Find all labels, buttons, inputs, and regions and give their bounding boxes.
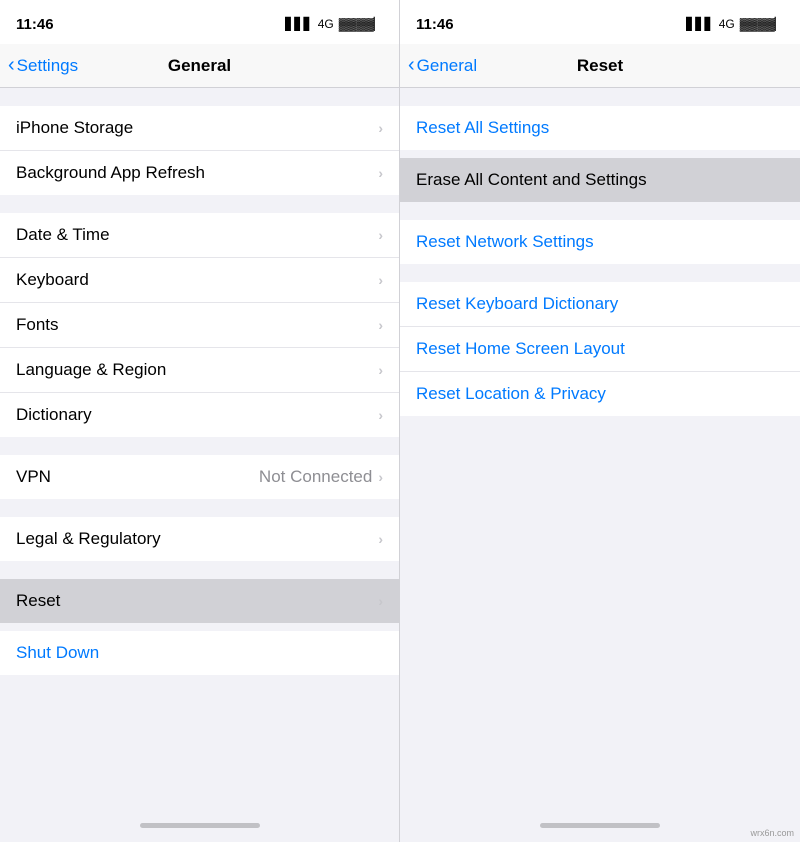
status-bar-left: 11:46 ▋▋▋ 4G ▓▓▓▓▏ — [0, 0, 399, 44]
time-left: 11:46 — [16, 16, 54, 33]
chevron-keyboard: › — [378, 272, 383, 288]
chevron-language: › — [378, 362, 383, 378]
spacer-1 — [0, 88, 399, 106]
status-bar-right: 11:46 ▋▋▋ 4G ▓▓▓▓▏ — [400, 0, 800, 44]
battery-icon-left: ▓▓▓▓▏ — [339, 17, 383, 31]
chevron-datetime: › — [378, 227, 383, 243]
signal-icon-left: ▋▋▋ — [285, 17, 313, 31]
list-item-erase-all[interactable]: Erase All Content and Settings — [400, 158, 800, 202]
item-label-bg-refresh: Background App Refresh — [16, 163, 205, 183]
item-value-vpn: Not Connected — [259, 467, 372, 487]
chevron-dictionary: › — [378, 407, 383, 423]
item-label-fonts: Fonts — [16, 315, 59, 335]
item-label-datetime: Date & Time — [16, 225, 110, 245]
item-right-bg-refresh: › — [378, 165, 383, 181]
spacer-2 — [0, 195, 399, 213]
list-item-reset-location[interactable]: Reset Location & Privacy — [400, 372, 800, 416]
item-label-reset-location: Reset Location & Privacy — [416, 384, 606, 404]
status-icons-right: ▋▋▋ 4G ▓▓▓▓▏ — [686, 17, 784, 31]
list-item-reset-keyboard[interactable]: Reset Keyboard Dictionary — [400, 282, 800, 327]
section-storage: iPhone Storage › Background App Refresh … — [0, 106, 399, 195]
page-title-left: General — [168, 56, 231, 76]
list-item-reset-network[interactable]: Reset Network Settings — [400, 220, 800, 264]
nav-bar-left: ‹ Settings General — [0, 44, 399, 88]
back-button-right[interactable]: ‹ General — [408, 54, 477, 77]
left-panel: 11:46 ▋▋▋ 4G ▓▓▓▓▏ ‹ Settings General iP… — [0, 0, 400, 842]
list-item-datetime[interactable]: Date & Time › — [0, 213, 399, 258]
back-chevron-left: ‹ — [8, 54, 15, 77]
section-reset: Reset › — [0, 579, 399, 623]
item-label-erase-all: Erase All Content and Settings — [416, 170, 647, 190]
home-indicator-left — [140, 823, 260, 828]
list-item-fonts[interactable]: Fonts › — [0, 303, 399, 348]
list-item-language[interactable]: Language & Region › — [0, 348, 399, 393]
home-indicator-container-right — [400, 416, 800, 842]
signal-icon-right: ▋▋▋ — [686, 17, 714, 31]
battery-icon-right: ▓▓▓▓▏ — [740, 17, 784, 31]
spacer-4 — [0, 499, 399, 517]
status-icons-left: ▋▋▋ 4G ▓▓▓▓▏ — [285, 17, 383, 31]
item-right-vpn: Not Connected › — [259, 467, 383, 487]
nav-bar-right: ‹ General Reset — [400, 44, 800, 88]
spacer-5 — [0, 561, 399, 579]
item-label-reset-all-settings: Reset All Settings — [416, 118, 549, 138]
spacer-r3 — [400, 202, 800, 220]
spacer-r4 — [400, 264, 800, 282]
item-label-vpn: VPN — [16, 467, 51, 487]
item-label-reset-keyboard: Reset Keyboard Dictionary — [416, 294, 618, 314]
right-panel: 11:46 ▋▋▋ 4G ▓▓▓▓▏ ‹ General Reset Reset… — [400, 0, 800, 842]
list-item-dictionary[interactable]: Dictionary › — [0, 393, 399, 437]
section-erase-all: Erase All Content and Settings — [400, 158, 800, 202]
list-item-reset[interactable]: Reset › — [0, 579, 399, 623]
item-label-reset: Reset — [16, 591, 60, 611]
page-title-right: Reset — [577, 56, 623, 76]
spacer-r2 — [400, 150, 800, 158]
home-indicator-container-left — [0, 675, 399, 842]
section-reset-misc: Reset Keyboard Dictionary Reset Home Scr… — [400, 282, 800, 416]
chevron-legal: › — [378, 531, 383, 547]
list-item-reset-all-settings[interactable]: Reset All Settings — [400, 106, 800, 150]
chevron-fonts: › — [378, 317, 383, 333]
list-item-shutdown[interactable]: Shut Down — [0, 631, 399, 675]
item-label-iphone-storage: iPhone Storage — [16, 118, 133, 138]
spacer-6 — [0, 623, 399, 631]
item-label-legal: Legal & Regulatory — [16, 529, 161, 549]
chevron-bg-refresh: › — [378, 165, 383, 181]
watermark: wrx6n.com — [750, 828, 794, 838]
section-legal: Legal & Regulatory › — [0, 517, 399, 561]
network-right: 4G — [719, 17, 735, 31]
back-chevron-right: ‹ — [408, 54, 415, 77]
spacer-3 — [0, 437, 399, 455]
list-item-bg-refresh[interactable]: Background App Refresh › — [0, 151, 399, 195]
section-reset-network: Reset Network Settings — [400, 220, 800, 264]
section-shutdown: Shut Down — [0, 631, 399, 675]
chevron-iphone-storage: › — [378, 120, 383, 136]
section-datetime: Date & Time › Keyboard › Fonts › Languag… — [0, 213, 399, 437]
list-item-legal[interactable]: Legal & Regulatory › — [0, 517, 399, 561]
chevron-vpn: › — [378, 469, 383, 485]
back-label-right[interactable]: General — [417, 56, 477, 76]
item-label-dictionary: Dictionary — [16, 405, 92, 425]
section-vpn: VPN Not Connected › — [0, 455, 399, 499]
list-item-keyboard[interactable]: Keyboard › — [0, 258, 399, 303]
section-reset-all-settings: Reset All Settings — [400, 106, 800, 150]
spacer-r1 — [400, 88, 800, 106]
back-label-left[interactable]: Settings — [17, 56, 78, 76]
network-left: 4G — [318, 17, 334, 31]
item-label-reset-homescreen: Reset Home Screen Layout — [416, 339, 625, 359]
item-label-shutdown: Shut Down — [16, 643, 99, 663]
item-label-reset-network: Reset Network Settings — [416, 232, 594, 252]
list-item-vpn[interactable]: VPN Not Connected › — [0, 455, 399, 499]
home-indicator-right — [540, 823, 660, 828]
list-item-iphone-storage[interactable]: iPhone Storage › — [0, 106, 399, 151]
back-button-left[interactable]: ‹ Settings — [8, 54, 78, 77]
item-right-iphone-storage: › — [378, 120, 383, 136]
item-label-language: Language & Region — [16, 360, 166, 380]
list-item-reset-homescreen[interactable]: Reset Home Screen Layout — [400, 327, 800, 372]
item-label-keyboard: Keyboard — [16, 270, 89, 290]
chevron-reset: › — [378, 593, 383, 609]
time-right: 11:46 — [416, 16, 454, 33]
